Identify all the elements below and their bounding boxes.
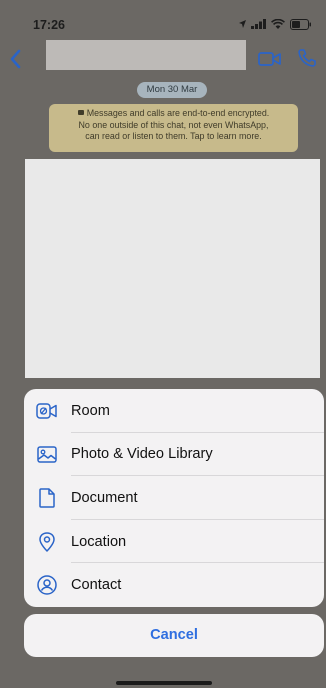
encryption-notice-line-2: No one outside of this chat, not even Wh…: [78, 119, 269, 130]
status-icons: [239, 18, 312, 30]
video-call-icon[interactable]: [258, 51, 282, 67]
contact-icon: [36, 574, 58, 596]
action-contact-label: Contact: [71, 577, 122, 594]
home-indicator[interactable]: [116, 681, 212, 685]
location-icon: [36, 531, 58, 553]
contact-header[interactable]: [46, 40, 246, 70]
photo-library-icon: [36, 443, 58, 465]
encryption-notice-line-3: can read or listen to them. Tap to learn…: [85, 131, 262, 141]
status-time: 17:26: [33, 18, 65, 32]
action-room-label: Room: [71, 402, 110, 419]
encryption-notice[interactable]: Messages and calls are end-to-end encryp…: [49, 104, 298, 152]
action-room[interactable]: Room: [24, 389, 324, 433]
lock-icon: [77, 110, 84, 116]
media-preview-area: [25, 159, 320, 378]
cancel-button[interactable]: Cancel: [24, 614, 324, 657]
phone-call-icon[interactable]: [297, 48, 317, 68]
wifi-icon: [271, 19, 285, 29]
action-document[interactable]: Document: [24, 476, 324, 520]
encryption-notice-line-1: Messages and calls are end-to-end encryp…: [49, 108, 298, 120]
action-location-label: Location: [71, 533, 127, 550]
action-contact[interactable]: Contact: [24, 563, 324, 607]
action-photo-video-library-label: Photo & Video Library: [71, 446, 213, 463]
battery-icon: [290, 18, 311, 30]
action-document-label: Document: [71, 489, 138, 506]
room-video-icon: [36, 400, 58, 422]
attachment-action-sheet: Room Photo & Video Library Document Loca…: [24, 389, 324, 607]
document-icon: [36, 487, 58, 509]
back-chevron-icon[interactable]: [7, 48, 25, 70]
date-pill: Mon 30 Mar: [137, 82, 207, 98]
signal-icon: [251, 19, 266, 29]
location-arrow-icon: [239, 20, 246, 28]
action-location[interactable]: Location: [24, 520, 324, 564]
action-photo-video-library[interactable]: Photo & Video Library: [24, 433, 324, 477]
